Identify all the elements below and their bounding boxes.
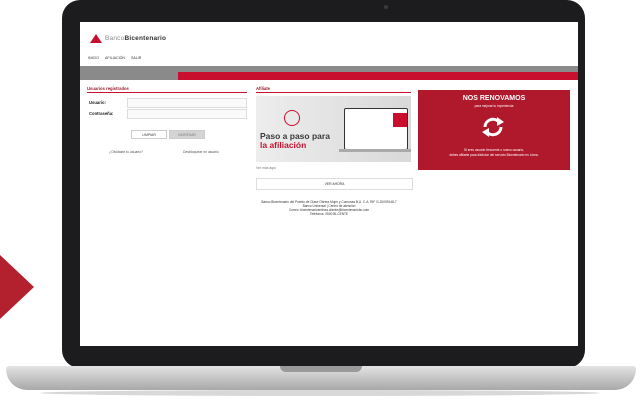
logo-text: BancoBicentenario — [105, 35, 167, 42]
clear-button[interactable]: LIMPIAR — [131, 130, 167, 139]
monitor-icon — [284, 110, 300, 126]
logo-mark-icon — [90, 34, 102, 43]
site-header: BancoBicentenario INICIO AFILIACIÓN SALI… — [80, 22, 578, 66]
view-now-button[interactable]: VER AHORA — [256, 178, 413, 190]
laptop-screen: BancoBicentenario INICIO AFILIACIÓN SALI… — [80, 22, 578, 346]
header-band — [80, 66, 578, 80]
renewal-banner[interactable]: NOS RENOVAMOS para mejorar tu experienci… — [418, 90, 570, 170]
laptop-illustration-icon — [339, 108, 411, 152]
renewal-subtitle: para mejorar tu experiencia — [474, 104, 514, 108]
login-panel: Usuarios registrados Usuario: Contraseña… — [87, 86, 247, 162]
affiliation-banner[interactable]: Paso a paso para la afiliación — [256, 96, 411, 162]
password-label: Contraseña: — [89, 111, 114, 116]
promo-stage: BancoBicentenario INICIO AFILIACIÓN SALI… — [0, 0, 642, 400]
renewal-title: NOS RENOVAMOS — [462, 95, 526, 102]
accent-strip — [178, 72, 578, 80]
user-label: Usuario: — [89, 100, 106, 105]
laptop-notch — [280, 366, 362, 372]
laptop-shadow — [40, 390, 600, 396]
site-footer: Banco Bicentenario del Pueblo de Clase O… — [200, 200, 458, 216]
webcam-icon — [384, 5, 388, 9]
renewal-text: Si eres usuario frecuente o nuevo usuari… — [449, 148, 539, 157]
main-content: Usuarios registrados Usuario: Contraseña… — [80, 80, 578, 346]
login-title: Usuarios registrados — [87, 86, 247, 93]
nav-inicio[interactable]: INICIO — [88, 56, 99, 60]
affiliation-panel: Afíliate Paso a paso para la afiliación V… — [256, 86, 413, 194]
bank-logo[interactable]: BancoBicentenario — [90, 34, 166, 43]
affiliation-title: Afíliate — [256, 86, 411, 93]
user-input[interactable] — [127, 98, 247, 108]
decorative-arrow-icon — [0, 255, 34, 319]
banner-title: Paso a paso para la afiliación — [260, 131, 330, 150]
password-input[interactable] — [127, 109, 247, 119]
refresh-icon — [482, 117, 504, 137]
forgot-user-link[interactable]: ¿Olvidaste tu usuario? — [109, 150, 143, 154]
login-button[interactable]: INGRESAR — [169, 130, 205, 139]
nav-afiliacion[interactable]: AFILIACIÓN — [105, 56, 125, 60]
red-block-icon — [393, 113, 407, 127]
unlock-user-link[interactable]: Desbloquear mi usuario — [183, 150, 219, 154]
nav-salir[interactable]: SALIR — [131, 56, 141, 60]
main-nav: INICIO AFILIACIÓN SALIR — [88, 56, 141, 60]
footer-line: Teléfonos: 0500 BI-CENTE — [309, 212, 349, 216]
banner-caption: Ver más aquí — [256, 166, 276, 170]
